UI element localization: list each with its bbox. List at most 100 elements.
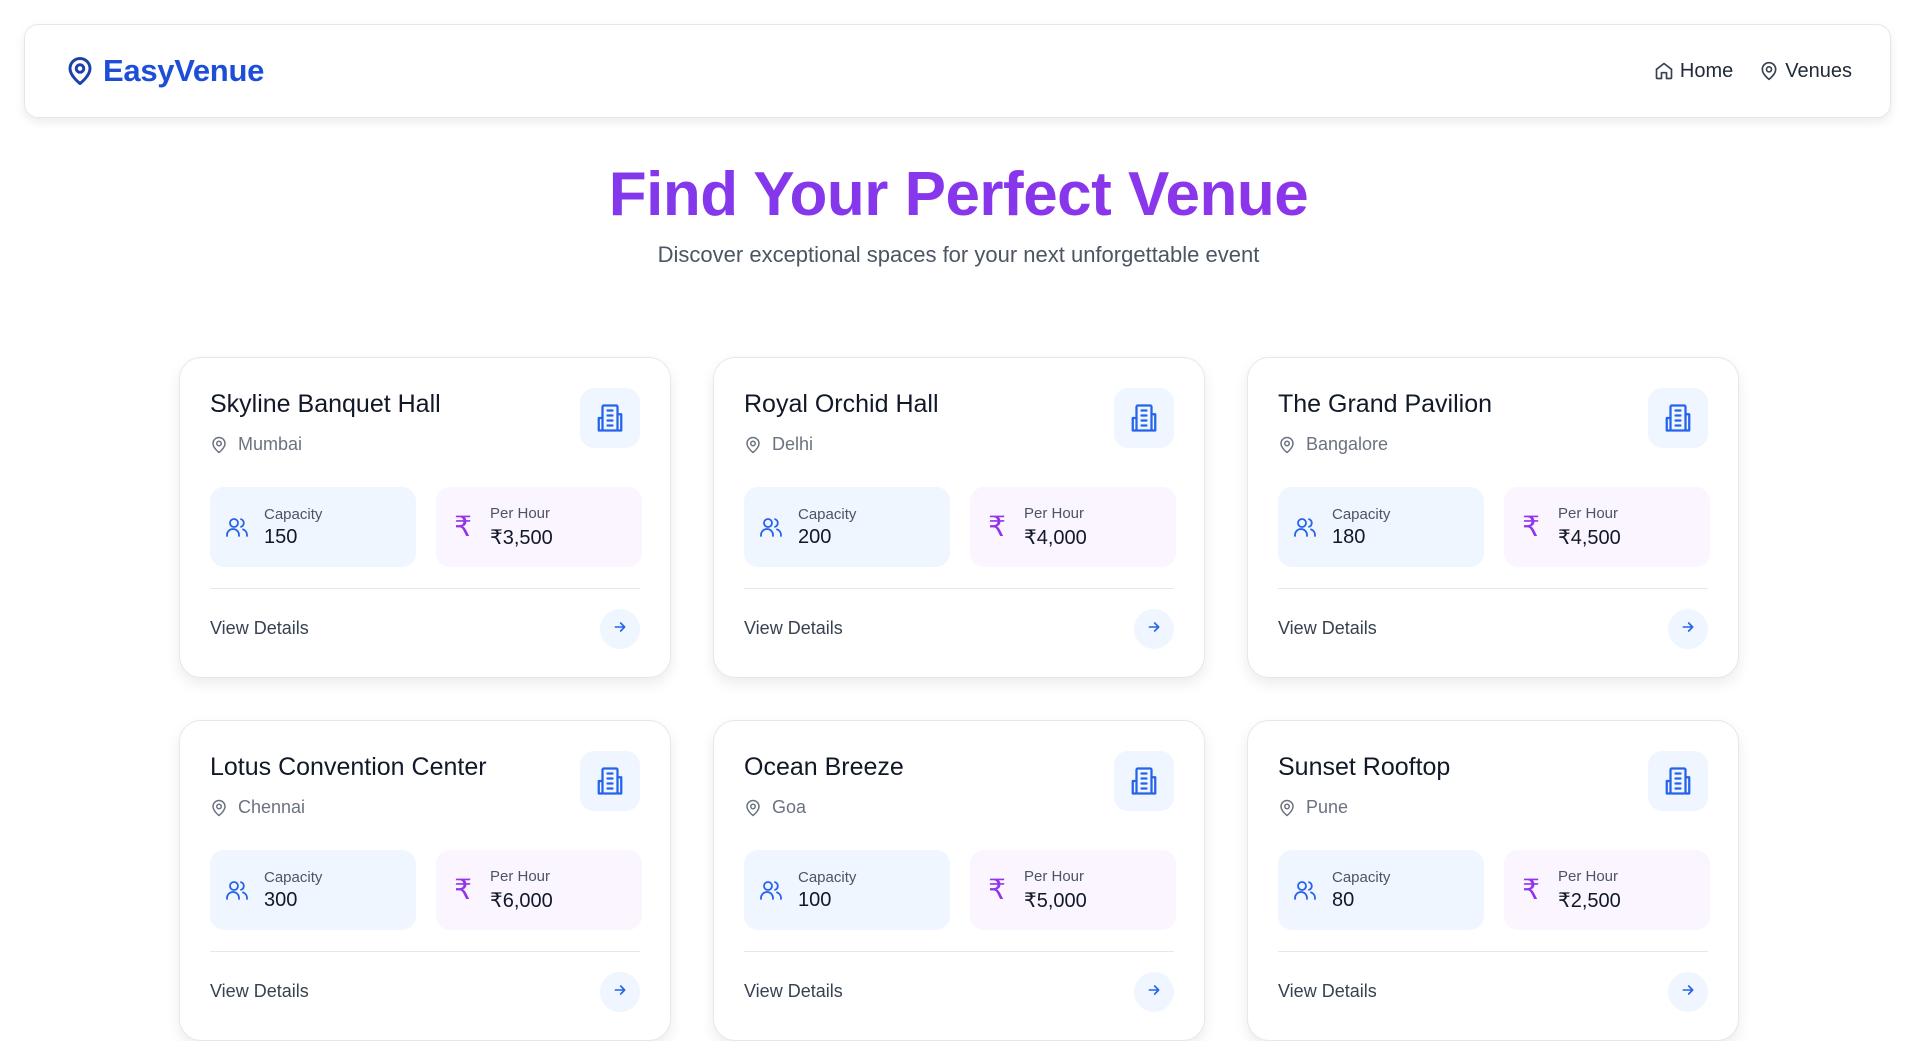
map-pin-icon <box>65 54 95 88</box>
capacity-value: 100 <box>798 888 832 911</box>
building-icon <box>1648 388 1708 448</box>
capacity-box: Capacity 100 <box>744 850 950 930</box>
home-icon <box>1654 61 1674 81</box>
view-details-link[interactable]: View Details <box>744 618 843 639</box>
rupee-icon: ₹ <box>988 511 1006 542</box>
view-details-button[interactable] <box>1668 972 1708 1012</box>
capacity-label: Capacity <box>1332 505 1391 523</box>
building-icon <box>1114 751 1174 811</box>
venue-name: The Grand Pavilion <box>1278 390 1493 418</box>
rupee-icon: ₹ <box>988 874 1006 905</box>
venue-name: Ocean Breeze <box>744 753 904 781</box>
price-value: ₹5,000 <box>1024 889 1087 912</box>
page-title: Find Your Perfect Venue <box>0 160 1917 230</box>
venue-stats: Capacity 80 ₹ Per Hour ₹2,500 <box>1278 850 1710 930</box>
arrow-right-icon <box>1146 619 1162 640</box>
view-details-link[interactable]: View Details <box>210 618 309 639</box>
map-pin-icon <box>1278 799 1296 817</box>
venue-stats: Capacity 100 ₹ Per Hour ₹5,000 <box>744 850 1176 930</box>
users-icon <box>224 515 250 539</box>
arrow-right-icon <box>1680 982 1696 1003</box>
card-divider <box>744 951 1174 952</box>
venue-stats: Capacity 180 ₹ Per Hour ₹4,500 <box>1278 487 1710 567</box>
rupee-icon: ₹ <box>1522 874 1540 905</box>
view-details-link[interactable]: View Details <box>1278 618 1377 639</box>
venue-card[interactable]: Ocean Breeze Goa Capacity 100 ₹ Per Hour… <box>713 720 1205 1041</box>
nav-venues-label: Venues <box>1785 59 1852 82</box>
building-icon <box>580 388 640 448</box>
price-value: ₹4,000 <box>1024 526 1087 549</box>
view-details-button[interactable] <box>600 972 640 1012</box>
capacity-label: Capacity <box>1332 868 1391 886</box>
price-label: Per Hour <box>1558 504 1619 522</box>
card-divider <box>744 588 1174 589</box>
card-divider <box>1278 951 1708 952</box>
map-pin-icon <box>210 436 228 454</box>
venue-stats: Capacity 150 ₹ Per Hour ₹3,500 <box>210 487 642 567</box>
view-details-button[interactable] <box>1134 609 1174 649</box>
venue-location: Bangalore <box>1278 434 1388 455</box>
venue-grid: Skyline Banquet Hall Mumbai Capacity 150… <box>179 357 1739 1041</box>
nav-venues[interactable]: Venues <box>1759 60 1852 83</box>
venue-card[interactable]: The Grand Pavilion Bangalore Capacity 18… <box>1247 357 1739 678</box>
price-value: ₹6,000 <box>490 889 553 912</box>
venue-location-text: Bangalore <box>1306 434 1389 454</box>
price-box: ₹ Per Hour ₹3,500 <box>436 487 642 567</box>
price-box: ₹ Per Hour ₹6,000 <box>436 850 642 930</box>
nav-links: Home Venues <box>1654 60 1852 83</box>
users-icon <box>1292 878 1318 902</box>
capacity-box: Capacity 180 <box>1278 487 1484 567</box>
view-details-link[interactable]: View Details <box>744 981 843 1002</box>
capacity-value: 200 <box>798 525 832 548</box>
card-divider <box>210 588 640 589</box>
venue-location: Chennai <box>210 797 305 818</box>
venue-location: Goa <box>744 797 806 818</box>
price-value: ₹3,500 <box>490 526 553 549</box>
venue-location-text: Pune <box>1306 797 1349 817</box>
arrow-right-icon <box>612 619 628 640</box>
rupee-icon: ₹ <box>454 511 472 542</box>
price-label: Per Hour <box>490 504 551 522</box>
price-box: ₹ Per Hour ₹4,500 <box>1504 487 1710 567</box>
view-details-link[interactable]: View Details <box>1278 981 1377 1002</box>
capacity-value: 150 <box>264 525 298 548</box>
venue-name: Royal Orchid Hall <box>744 390 939 418</box>
nav-home[interactable]: Home <box>1654 60 1733 83</box>
view-details-link[interactable]: View Details <box>210 981 309 1002</box>
map-pin-icon <box>1278 436 1296 454</box>
card-divider <box>1278 588 1708 589</box>
venue-location: Mumbai <box>210 434 302 455</box>
venue-stats: Capacity 200 ₹ Per Hour ₹4,000 <box>744 487 1176 567</box>
capacity-label: Capacity <box>264 868 323 886</box>
navbar: EasyVenue Home Venues <box>24 24 1891 118</box>
venue-location-text: Mumbai <box>238 434 303 454</box>
venue-card[interactable]: Skyline Banquet Hall Mumbai Capacity 150… <box>179 357 671 678</box>
venue-location-text: Goa <box>772 797 807 817</box>
capacity-value: 300 <box>264 888 298 911</box>
view-details-button[interactable] <box>600 609 640 649</box>
map-pin-icon <box>210 799 228 817</box>
venue-card[interactable]: Lotus Convention Center Chennai Capacity… <box>179 720 671 1041</box>
map-pin-icon <box>1759 61 1779 81</box>
rupee-icon: ₹ <box>1522 511 1540 542</box>
card-divider <box>210 951 640 952</box>
price-box: ₹ Per Hour ₹4,000 <box>970 487 1176 567</box>
price-box: ₹ Per Hour ₹2,500 <box>1504 850 1710 930</box>
arrow-right-icon <box>612 982 628 1003</box>
map-pin-icon <box>744 799 762 817</box>
view-details-button[interactable] <box>1134 972 1174 1012</box>
brand-logo[interactable]: EasyVenue <box>65 53 264 89</box>
venue-card[interactable]: Sunset Rooftop Pune Capacity 80 ₹ Per Ho… <box>1247 720 1739 1041</box>
price-value: ₹4,500 <box>1558 526 1621 549</box>
view-details-button[interactable] <box>1668 609 1708 649</box>
rupee-icon: ₹ <box>454 874 472 905</box>
venue-location: Delhi <box>744 434 813 455</box>
venue-location-text: Chennai <box>238 797 306 817</box>
price-label: Per Hour <box>1024 867 1085 885</box>
map-pin-icon <box>744 436 762 454</box>
venue-stats: Capacity 300 ₹ Per Hour ₹6,000 <box>210 850 642 930</box>
arrow-right-icon <box>1146 982 1162 1003</box>
building-icon <box>1114 388 1174 448</box>
venue-card[interactable]: Royal Orchid Hall Delhi Capacity 200 ₹ P… <box>713 357 1205 678</box>
venue-location: Pune <box>1278 797 1348 818</box>
